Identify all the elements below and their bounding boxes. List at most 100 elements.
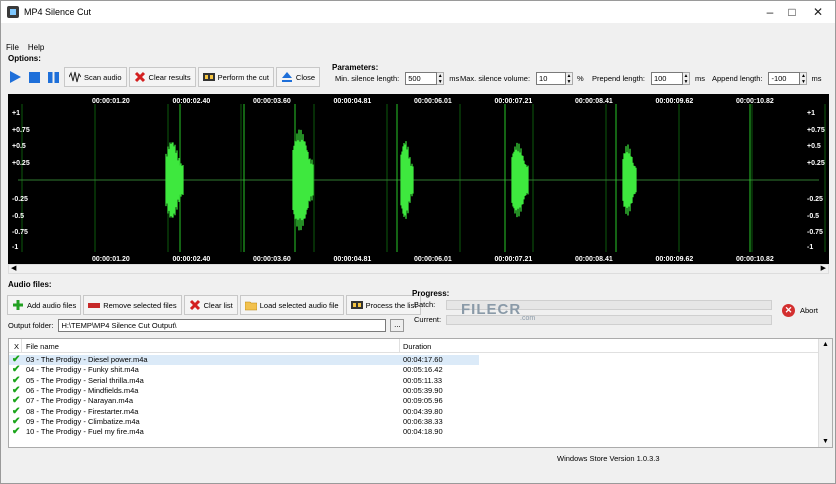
list-scrollbar[interactable]: ▲ ▼ <box>818 339 832 447</box>
file-duration: 00:04:18.90 <box>403 427 443 437</box>
list-item[interactable]: ✔ 03 - The Prodigy - Diesel power.m4a 00:0… <box>9 355 819 365</box>
play-button[interactable] <box>7 67 24 87</box>
col-duration-header[interactable]: Duration <box>403 342 431 351</box>
y-axis-label-right: -0.75 <box>807 229 823 236</box>
pause-icon <box>48 71 59 83</box>
file-name: 04 - The Prodigy - Funky shit.m4a <box>26 365 139 375</box>
timestamp-bottom: 00:00:10.82 <box>736 256 774 263</box>
y-axis-label-left: +0.5 <box>12 143 26 150</box>
prepend-input[interactable] <box>650 72 683 85</box>
checkmark-icon: ✔ <box>12 354 21 365</box>
stop-button[interactable] <box>26 67 43 87</box>
abort-label: Abort <box>800 306 818 315</box>
output-folder-input[interactable] <box>58 319 387 332</box>
clear-results-button[interactable]: Clear results <box>128 67 196 87</box>
prepend-label: Prepend length: <box>592 74 645 83</box>
min-silence-group: Min. silence length: ▲▼ ms <box>335 72 459 85</box>
perform-cut-label: Perform the cut <box>217 72 269 82</box>
output-folder-label: Output folder: <box>8 321 54 330</box>
waveform-svg: +1 +1 +0.75 +0.75 +0.5 +0.5 +0.25 +0.25 -0.25 -0.… <box>12 98 826 263</box>
prepend-spinner[interactable]: ▲ ▼ <box>682 72 690 85</box>
append-input[interactable] <box>768 72 801 85</box>
stop-icon <box>29 71 40 83</box>
timestamp-top: 00:00:03.60 <box>253 98 291 105</box>
wave-burst <box>511 142 529 218</box>
scroll-up-icon[interactable]: ▲ <box>822 341 829 348</box>
timestamp-top: 00:00:02.40 <box>173 98 211 105</box>
waveform-display[interactable]: +1 +1 +0.75 +0.75 +0.5 +0.5 +0.25 +0.25 -0.25 -0.… <box>8 94 829 264</box>
max-volume-spinner[interactable]: ▲ ▼ <box>566 72 574 85</box>
pause-button[interactable] <box>45 67 62 87</box>
checkmark-icon: ✔ <box>12 364 21 376</box>
close-window-button[interactable]: ✕ <box>801 1 835 23</box>
abort-button[interactable]: ✕ Abort <box>782 304 818 317</box>
remove-selected-button[interactable]: Remove selected files <box>83 295 182 315</box>
process-list-button[interactable]: Process the list <box>345 295 422 315</box>
file-name: 05 - The Prodigy - Serial thrilla.m4a <box>26 375 144 385</box>
file-list[interactable]: X File name Duration ✔ 03 - The Prodigy -… <box>8 338 833 448</box>
checkmark-icon: ✔ <box>12 384 21 396</box>
y-axis-label-left: -0.75 <box>12 229 28 236</box>
film-icon <box>350 301 363 309</box>
red-x-icon <box>189 299 200 311</box>
menu-file[interactable]: File <box>6 43 19 52</box>
list-item[interactable]: ✔ 07 - The Prodigy - Narayan.m4a 00:09:05.… <box>9 396 819 406</box>
col-x-header[interactable]: X <box>14 342 19 351</box>
progress-label: Progress: <box>412 289 450 298</box>
prepend-group: Prepend length: ▲▼ ms <box>592 72 705 85</box>
add-audio-files-button[interactable]: Add audio files <box>7 295 82 315</box>
clear-list-label: Clear list <box>203 300 233 310</box>
list-item[interactable]: ✔ 05 - The Prodigy - Serial thrilla.m4a 00… <box>9 375 819 386</box>
app-window: MP4 Silence Cut – □ ✕ File Help Options:… <box>0 0 836 484</box>
remove-icon <box>88 303 101 308</box>
list-item[interactable]: ✔ 09 - The Prodigy - Climbatize.m4a 00:06:… <box>9 416 819 427</box>
timestamp-top: 00:00:07.21 <box>495 98 533 105</box>
menu-bar: File Help <box>1 41 835 53</box>
green-plus-icon <box>13 300 23 310</box>
list-item[interactable]: ✔ 08 - The Prodigy - Firestarter.m4a 00:04… <box>9 405 819 417</box>
watermark-brand: FILECR <box>461 301 522 318</box>
min-silence-spinner[interactable]: ▲ ▼ <box>437 72 445 85</box>
wave-burst <box>622 144 637 216</box>
col-name-header[interactable]: File name <box>26 342 59 351</box>
current-label: Current: <box>414 315 442 324</box>
main-toolbar: Scan audio Clear results Perform the cut… <box>7 67 322 87</box>
waveform-icon <box>69 71 81 83</box>
file-duration: 00:05:16.42 <box>403 365 443 375</box>
close-button[interactable]: Close <box>275 67 321 87</box>
list-item[interactable]: ✔ 10 - The Prodigy - Fuel my fire.m4a 00:0… <box>9 427 819 437</box>
eject-icon <box>281 72 292 82</box>
abort-icon: ✕ <box>782 304 795 317</box>
min-silence-input[interactable] <box>405 72 438 85</box>
checkmark-icon: ✔ <box>12 395 21 407</box>
max-volume-input[interactable] <box>536 72 567 85</box>
append-spinner[interactable]: ▲ ▼ <box>800 72 808 85</box>
wave-burst <box>292 129 314 231</box>
scroll-left-icon[interactable]: ◀ <box>11 264 16 272</box>
version-text: Windows Store Version 1.0.3.3 <box>557 454 660 463</box>
process-list-label: Process the list <box>365 300 417 310</box>
parameters-label: Parameters: <box>332 63 379 72</box>
scroll-right-icon[interactable]: ▶ <box>821 264 826 272</box>
app-icon <box>7 6 19 18</box>
max-volume-group: Max. silence volume: ▲▼ % <box>460 72 584 85</box>
scan-audio-label: Scan audio <box>84 72 122 82</box>
title-bar: MP4 Silence Cut – □ ✕ <box>1 1 835 23</box>
red-x-icon <box>134 71 145 83</box>
list-item[interactable]: ✔ 04 - The Prodigy - Funky shit.m4a 00:05:… <box>9 365 819 375</box>
timestamp-top: 00:00:10.82 <box>736 98 774 105</box>
scan-audio-button[interactable]: Scan audio <box>64 67 127 87</box>
waveform-scrollbar[interactable]: ◀ ▶ <box>8 264 829 274</box>
list-item[interactable]: ✔ 06 - The Prodigy - Mindfields.m4a 00:05:… <box>9 384 819 396</box>
menu-help[interactable]: Help <box>28 43 44 52</box>
clear-list-button[interactable]: Clear list <box>183 295 238 315</box>
timestamp-top: 00:00:01.20 <box>92 98 130 105</box>
load-selected-button[interactable]: Load selected audio file <box>239 295 344 315</box>
append-unit: ms <box>811 74 822 83</box>
browse-button[interactable]: ... <box>390 319 405 332</box>
checkmark-icon: ✔ <box>12 405 21 417</box>
timestamp-bottom: 00:00:04.81 <box>334 256 372 263</box>
perform-cut-button[interactable]: Perform the cut <box>197 67 274 87</box>
load-selected-label: Load selected audio file <box>259 300 339 310</box>
scroll-down-icon[interactable]: ▼ <box>822 438 829 445</box>
